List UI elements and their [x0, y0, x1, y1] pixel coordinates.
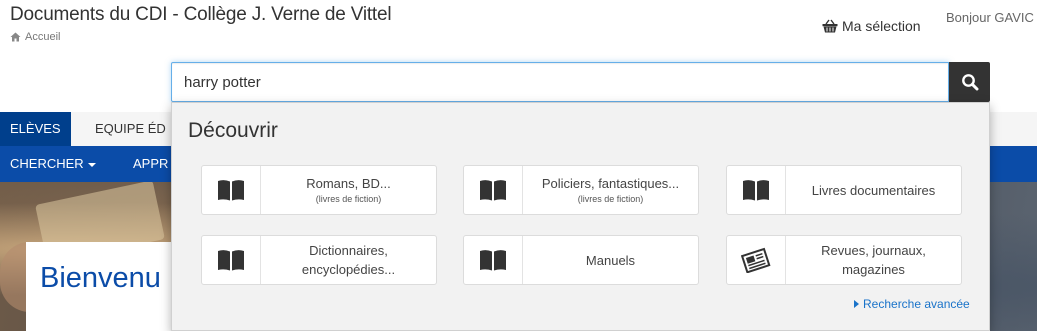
- card-label: Revues, journaux, magazines: [821, 243, 926, 277]
- card-label: Policiers, fantastiques...: [541, 176, 680, 191]
- search-icon: [961, 74, 978, 91]
- dropdown-title: Découvrir: [188, 119, 278, 142]
- home-icon: [10, 32, 21, 42]
- card-icon-box: [727, 236, 786, 284]
- card-body: Romans, BD... (livres de fiction): [261, 166, 436, 214]
- menu-apprendre[interactable]: APPR: [133, 146, 168, 182]
- discover-dropdown: Découvrir Romans, BD... (livres de ficti…: [171, 102, 990, 331]
- selection-label: Ma sélection: [842, 18, 921, 34]
- book-icon: [218, 180, 244, 201]
- card-icon-box: [727, 166, 786, 214]
- card-sublabel: (livres de fiction): [315, 194, 382, 204]
- card-dictionnaires[interactable]: Dictionnaires, encyclopédies...: [201, 235, 437, 285]
- card-revues-journaux[interactable]: Revues, journaux, magazines: [726, 235, 962, 285]
- card-body: Manuels: [523, 236, 698, 284]
- card-manuels[interactable]: Manuels: [463, 235, 699, 285]
- menu-chercher-label: CHERCHER: [10, 156, 84, 171]
- search-input[interactable]: [171, 62, 949, 102]
- caret-right-icon: [854, 300, 859, 308]
- card-romans-bd[interactable]: Romans, BD... (livres de fiction): [201, 165, 437, 215]
- breadcrumb[interactable]: Accueil: [10, 31, 60, 43]
- user-greeting[interactable]: Bonjour GAVIC: [946, 10, 1034, 25]
- book-icon: [480, 180, 506, 201]
- selection-link[interactable]: Ma sélection: [822, 18, 921, 34]
- card-label: Dictionnaires, encyclopédies...: [301, 243, 396, 277]
- breadcrumb-home-label: Accueil: [25, 31, 61, 43]
- card-body: Livres documentaires: [786, 166, 961, 214]
- book-icon: [218, 250, 244, 271]
- hero-title: Bienvenu: [40, 262, 161, 294]
- card-icon-box: [202, 236, 261, 284]
- card-label: Livres documentaires: [811, 182, 936, 198]
- card-icon-box: [464, 166, 523, 214]
- tab-equipe-educative[interactable]: EQUIPE ÉD: [85, 112, 176, 146]
- tab-eleves[interactable]: ELÈVES: [0, 112, 71, 146]
- site-title[interactable]: Documents du CDI - Collège J. Verne de V…: [10, 4, 392, 26]
- card-body: Policiers, fantastiques... (livres de fi…: [523, 166, 698, 214]
- card-livres-documentaires[interactable]: Livres documentaires: [726, 165, 962, 215]
- card-policiers-fantastiques[interactable]: Policiers, fantastiques... (livres de fi…: [463, 165, 699, 215]
- card-sublabel: (livres de fiction): [577, 194, 644, 204]
- card-icon-box: [464, 236, 523, 284]
- book-icon: [480, 250, 506, 271]
- card-label: Romans, BD...: [306, 176, 391, 191]
- card-icon-box: [202, 166, 261, 214]
- menu-chercher[interactable]: CHERCHER: [10, 146, 96, 182]
- search-button[interactable]: [949, 62, 990, 102]
- book-icon: [743, 180, 769, 201]
- basket-icon: [822, 19, 838, 33]
- advanced-search-link[interactable]: Recherche avancée: [854, 297, 970, 311]
- card-body: Dictionnaires, encyclopédies...: [261, 236, 436, 284]
- newspaper-icon: [741, 247, 771, 273]
- caret-down-icon: [87, 162, 96, 167]
- card-body: Revues, journaux, magazines: [786, 236, 961, 284]
- advanced-search-label: Recherche avancée: [863, 297, 970, 311]
- card-label: Manuels: [585, 252, 636, 268]
